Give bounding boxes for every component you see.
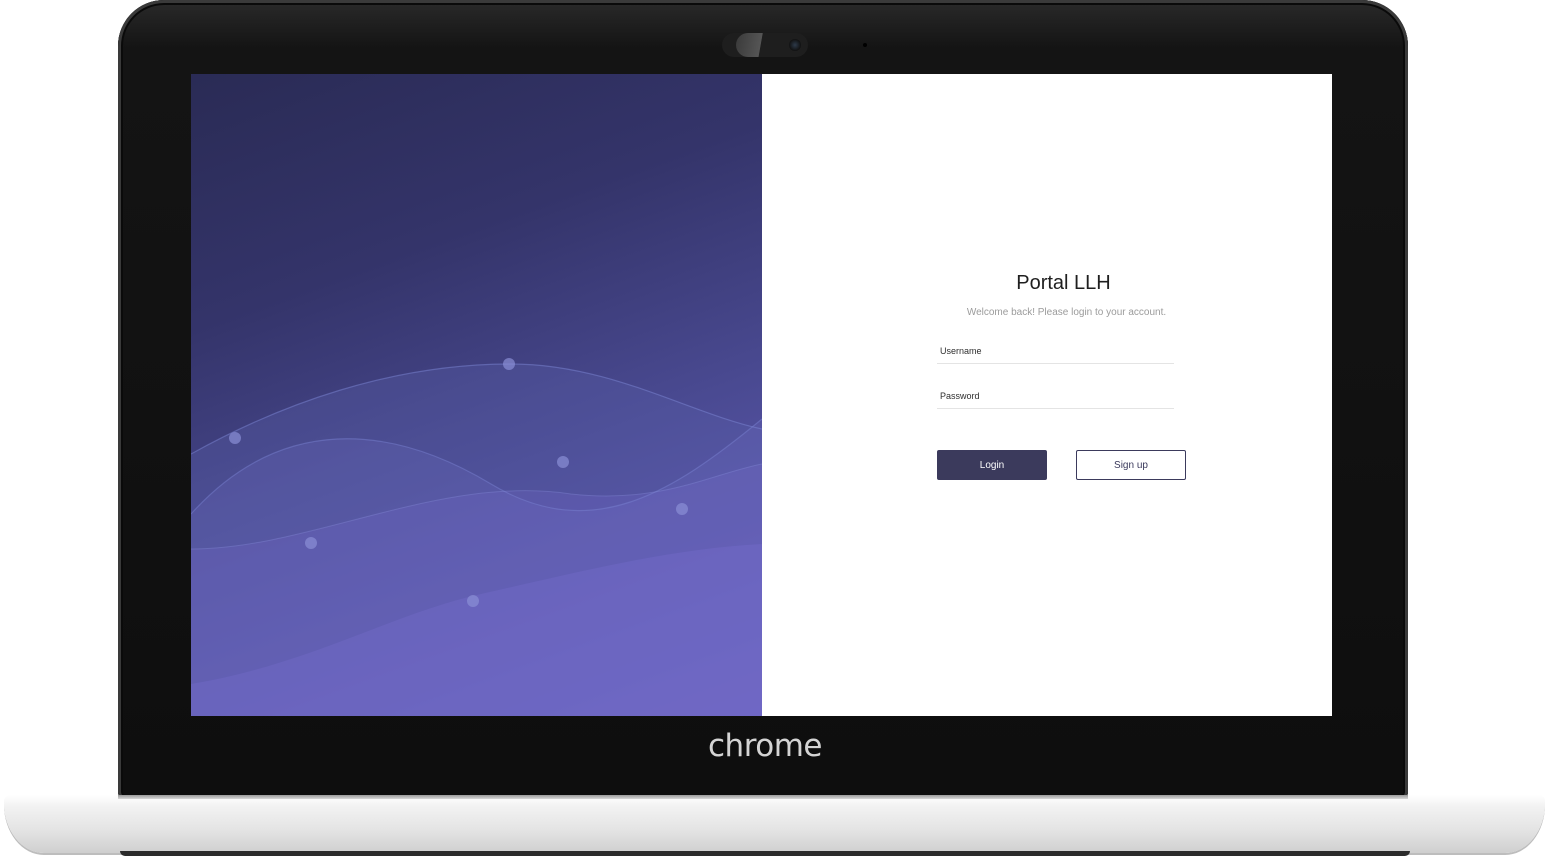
laptop-base [4,795,1545,853]
wave-node [557,456,569,468]
username-field [937,339,1177,364]
chrome-logo: chrome [708,728,823,764]
camera-indicator-icon [863,43,867,47]
username-input[interactable] [937,339,1177,363]
laptop-base-shadow [120,851,1410,856]
wave-node [229,432,241,444]
password-input[interactable] [937,384,1177,408]
camera-lens-icon [789,39,801,51]
login-panel: Portal LLH Welcome back! Please login to… [762,74,1332,716]
signup-button[interactable]: Sign up [1076,450,1186,480]
waves-illustration [191,358,762,716]
login-button[interactable]: Login [937,450,1047,480]
page-title: Portal LLH [1016,272,1111,294]
screen: Portal LLH Welcome back! Please login to… [191,74,1332,716]
wave-node [676,503,688,515]
wave-node [467,595,479,607]
password-field [937,384,1177,409]
hero-illustration [191,74,762,716]
welcome-subtitle: Welcome back! Please login to your accou… [966,307,1167,318]
laptop-hinge [118,795,1408,799]
wave-node [503,358,515,370]
wave-node [305,537,317,549]
